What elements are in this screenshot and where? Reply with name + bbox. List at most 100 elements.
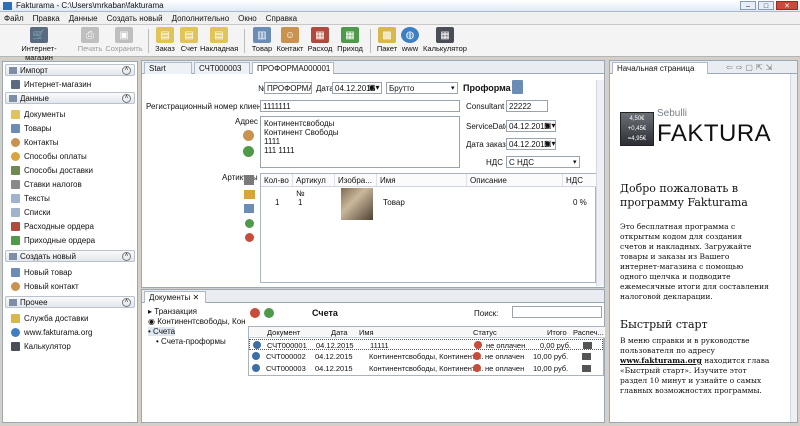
data-icon	[9, 95, 17, 102]
close-button[interactable]: ✕	[776, 1, 798, 10]
reg-number-field[interactable]: 1111111	[260, 100, 460, 112]
collapse-icon[interactable]: ˄	[122, 252, 131, 261]
expense-button[interactable]: ▦ Расход	[306, 27, 334, 53]
consultant-field[interactable]: 22222	[506, 100, 548, 112]
vat-select[interactable]: С НДС	[506, 156, 580, 168]
browser-nav-icons[interactable]: ⇦⇨▢⇱⇲	[726, 63, 775, 72]
column-header[interactable]: Артикул №	[293, 174, 335, 198]
chevron-down-icon[interactable]: ▾	[451, 84, 455, 92]
menu-window[interactable]: Окно	[238, 14, 257, 23]
order-button[interactable]: ▤ Заказ	[152, 27, 178, 53]
column-header[interactable]: Описание	[467, 174, 563, 187]
group-create[interactable]: Создать новый ˄	[5, 250, 135, 262]
tree-item-contact[interactable]: ◉ Континентсвободы, Кон	[148, 317, 246, 326]
menu-help[interactable]: Справка	[266, 14, 297, 23]
column-header[interactable]: Итого	[547, 327, 567, 338]
document-number-field[interactable]: ПРОФОРМА0	[264, 82, 312, 94]
gross-select[interactable]: Брутто	[386, 82, 458, 94]
product-icon[interactable]	[244, 204, 254, 213]
nav-item-vat[interactable]: Ставки налогов	[11, 178, 82, 190]
nav-item-texts[interactable]: Тексты	[11, 192, 50, 204]
contact-button[interactable]: ☺ Контакт	[274, 27, 306, 53]
maximize-button[interactable]: □	[758, 1, 774, 10]
close-icon[interactable]: ✕	[192, 293, 199, 302]
tab-invoice-3[interactable]: СЧТ000003	[194, 62, 250, 74]
texts-icon	[11, 193, 20, 203]
calendar-icon[interactable]: ▣▾	[368, 83, 380, 92]
column-header[interactable]: Кол-во	[261, 174, 293, 187]
receipt-button[interactable]: ▦ Приход	[334, 27, 366, 53]
remove-icon[interactable]	[245, 233, 254, 242]
nav-item-documents[interactable]: Документы	[11, 108, 65, 120]
address-field[interactable]: Континентсвободы Континент Свободы 1111 …	[260, 116, 460, 168]
group-import[interactable]: Импорт ˄	[5, 64, 135, 76]
start-page-scrollbar[interactable]	[790, 74, 797, 422]
print-button[interactable]: ⎙ Печать	[74, 27, 106, 53]
collapse-icon[interactable]: ˄	[122, 66, 131, 75]
collapse-icon[interactable]: ˄	[122, 298, 131, 307]
tree-item-transactions[interactable]: ▸ Транзакция	[148, 307, 197, 316]
calculator-button[interactable]: ▦ Калькулятор	[422, 27, 468, 53]
group-data[interactable]: Данные ˄	[5, 92, 135, 104]
invoice-button[interactable]: ▤ Счет	[178, 27, 200, 53]
tab-documents[interactable]: Документы ✕	[144, 291, 206, 303]
save-button[interactable]: ▣ Сохранить	[104, 27, 144, 53]
trash-icon[interactable]	[244, 175, 254, 185]
product-button[interactable]: ▥ Товар	[250, 27, 274, 53]
nav-item-new-contact[interactable]: Новый контакт	[11, 280, 79, 292]
tree-item-invoices[interactable]: • Счета	[148, 327, 176, 336]
column-header[interactable]: Распеч...	[573, 327, 604, 338]
nav-item-payment[interactable]: Способы оплаты	[11, 150, 87, 162]
table-row[interactable]: СЧТ000002 04.12.2015 Континентсвободы, К…	[249, 351, 603, 362]
chevron-down-icon[interactable]: ▾	[573, 158, 577, 166]
www-button[interactable]: ◍ www	[400, 27, 420, 53]
calendar-icon[interactable]: ▣▾	[544, 139, 556, 148]
nav-item-contacts[interactable]: Контакты	[11, 136, 59, 148]
nav-item-new-product[interactable]: Новый товар	[11, 266, 72, 278]
column-header[interactable]: Изобра...	[335, 174, 377, 187]
nav-item-website[interactable]: www.fakturama.org	[11, 326, 92, 338]
document-editor: № ПРОФОРМА0 Дата 04.12.2015 ▣▾ Брутто ▾ …	[141, 74, 605, 288]
menu-extra[interactable]: Дополнительно	[172, 14, 230, 23]
column-header[interactable]: Дата	[331, 327, 348, 338]
add-icon[interactable]	[245, 219, 254, 228]
tab-start-page[interactable]: Начальная страница	[612, 62, 708, 74]
collapse-icon[interactable]: ˄	[122, 94, 131, 103]
delete-icon[interactable]	[250, 308, 260, 318]
contact-icon[interactable]	[243, 130, 254, 141]
menu-file[interactable]: Файл	[4, 14, 24, 23]
menu-create[interactable]: Создать новый	[107, 14, 163, 23]
column-header[interactable]: Имя	[359, 327, 374, 338]
nav-item-webshop[interactable]: Интернет-магазин	[11, 78, 91, 90]
menu-edit[interactable]: Правка	[33, 14, 60, 23]
table-row[interactable]: СЧТ000001 04.12.2015 11111 не оплачен 0,…	[249, 339, 603, 350]
column-header[interactable]: Статус	[473, 327, 497, 338]
nav-item-calculator[interactable]: Калькулятор	[11, 340, 71, 352]
search-input[interactable]	[512, 306, 602, 318]
calendar-icon[interactable]: ▣▾	[544, 121, 556, 130]
group-misc[interactable]: Прочее ˄	[5, 296, 135, 308]
refresh-address-icon[interactable]	[243, 146, 254, 157]
nav-item-lists[interactable]: Списки	[11, 206, 51, 218]
open-folder-icon[interactable]	[244, 190, 255, 199]
nav-item-parcel-service[interactable]: Служба доставки	[11, 312, 88, 324]
webshop-button[interactable]: 🛒 Интернет-магазин	[8, 27, 70, 62]
editor-scrollbar[interactable]	[596, 80, 604, 286]
delivery-button[interactable]: ▤ Накладная	[200, 27, 238, 53]
column-header[interactable]: Имя	[377, 174, 467, 187]
nav-item-expenses[interactable]: Расходные ордера	[11, 220, 94, 232]
tree-item-proforma[interactable]: • Счета-проформы	[156, 337, 226, 346]
column-header[interactable]: НДС	[563, 174, 597, 187]
nav-item-shipping[interactable]: Способы доставки	[11, 164, 93, 176]
menu-data[interactable]: Данные	[69, 14, 98, 23]
nav-item-receipts[interactable]: Приходные ордера	[11, 234, 95, 246]
tab-proforma-1[interactable]: ПРОФОРМА000001 ✕	[252, 62, 334, 82]
minimize-button[interactable]: –	[740, 1, 756, 10]
website-link[interactable]: www.fakturama.org	[620, 356, 702, 365]
column-header[interactable]: Документ	[267, 327, 301, 338]
parcel-button[interactable]: ▩ Пакет	[374, 27, 400, 53]
table-row[interactable]: СЧТ000003 04.12.2015 Континентсвободы, К…	[249, 363, 603, 374]
add-icon[interactable]	[264, 308, 274, 318]
tab-start[interactable]: Start	[144, 62, 192, 74]
nav-item-products[interactable]: Товары	[11, 122, 52, 134]
